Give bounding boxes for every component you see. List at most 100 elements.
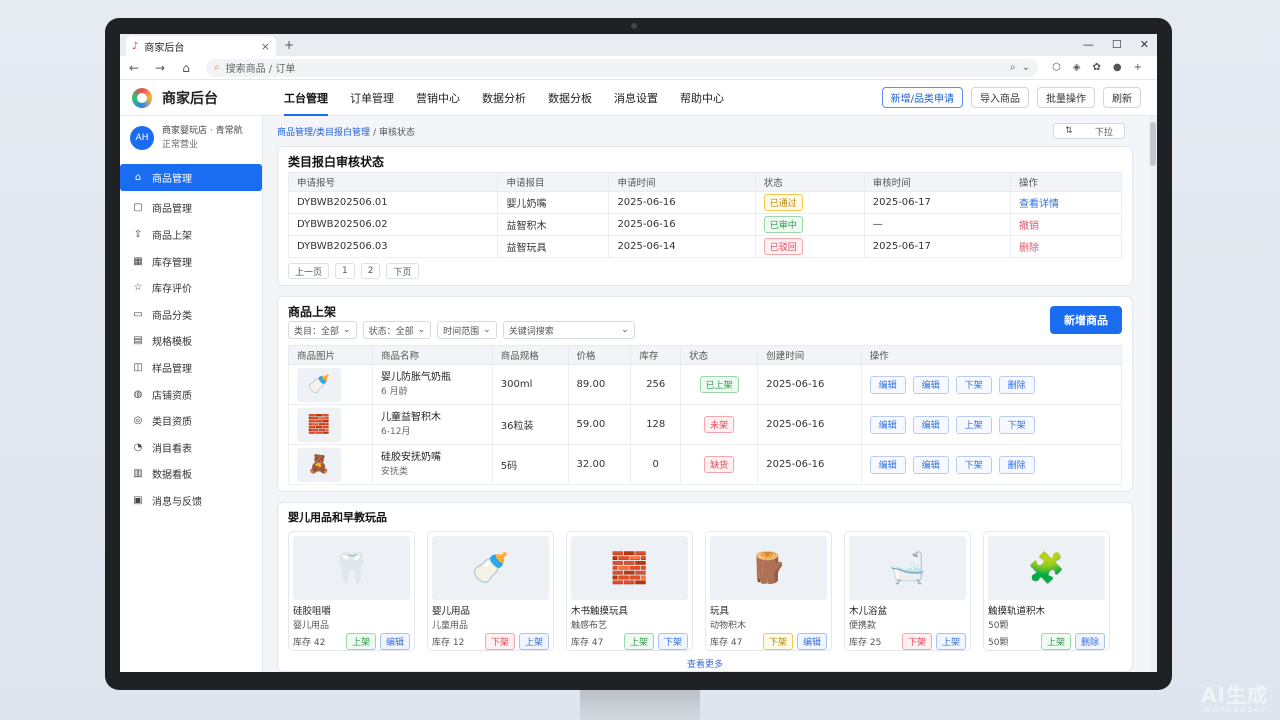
view-more-link[interactable]: 查看更多 <box>288 657 1122 670</box>
extension-icon[interactable]: ✿ <box>1092 62 1100 73</box>
row-action-button[interactable]: 编辑 <box>869 375 906 394</box>
sidebar-item-active[interactable]: ⌂ 商品管理 <box>120 164 262 191</box>
product-name[interactable]: 儿童益智积木 <box>381 411 484 425</box>
row-action-button[interactable]: 编辑 <box>869 415 906 434</box>
spec-cell: 300ml <box>491 364 569 405</box>
card-action-tag[interactable]: 删除 <box>1074 633 1105 650</box>
close-window-button[interactable]: ✕ <box>1140 38 1149 51</box>
row-action-button[interactable]: 编辑 <box>912 375 949 394</box>
search-icon[interactable]: ⌕ <box>1010 62 1016 73</box>
row-action-button[interactable]: 编辑 <box>912 415 949 434</box>
forward-icon[interactable]: → <box>154 61 166 75</box>
product-card[interactable]: 🧩 触摸轨道积木 50颗 50颗 上架 删除 <box>983 531 1110 651</box>
nav-item-messages[interactable]: 消息设置 <box>614 90 658 106</box>
sidebar-item-category[interactable]: ▭ 商品分类 <box>120 301 262 328</box>
back-icon[interactable]: ← <box>128 61 140 75</box>
card-action-tag[interactable]: 下架 <box>901 633 932 650</box>
card-action-tag[interactable]: 编辑 <box>379 633 410 650</box>
maximize-button[interactable]: ☐ <box>1112 38 1122 51</box>
product-card[interactable]: 🍼 婴儿用品 儿童用品 库存 12 下架 上架 <box>427 531 554 651</box>
refresh-button[interactable]: 刷新 <box>1103 87 1141 108</box>
operation-link[interactable]: 撤销 <box>1019 221 1039 232</box>
row-action-button[interactable]: 删除 <box>998 375 1035 394</box>
card-action-tag[interactable]: 上架 <box>1040 633 1071 650</box>
card-action-tag[interactable]: 上架 <box>623 633 654 650</box>
time-filter[interactable]: 时间范围 ⌄ <box>437 321 497 339</box>
address-input[interactable]: ⌕ 搜索商品 / 订单 ⌕ ⌄ <box>206 58 1038 77</box>
card-action-tag[interactable]: 下架 <box>657 633 688 650</box>
nav-item-dashboard[interactable]: 数据分板 <box>548 90 592 106</box>
tab-close-icon[interactable]: × <box>261 40 270 53</box>
product-card[interactable]: 🧱 木书触摸玩具 触感布艺 库存 47 上架 下架 <box>566 531 693 651</box>
scrollbar[interactable] <box>1149 116 1157 672</box>
sidebar-item-listing[interactable]: ⇪ 商品上架 <box>120 221 262 248</box>
card-action-tag[interactable]: 上架 <box>935 633 966 650</box>
keyword-search[interactable]: 关键词搜索 ⌄ <box>502 321 635 339</box>
product-card[interactable]: 🪵 玩具 动物积木 库存 47 下架 编辑 <box>705 531 832 651</box>
product-card[interactable]: 🦷 硅胶咀嚼 婴儿用品 库存 42 上架 编辑 <box>288 531 415 651</box>
dropdown-icon[interactable]: ⌄ <box>1022 62 1030 73</box>
row-action-button[interactable]: 删除 <box>998 455 1035 474</box>
sidebar-item-data[interactable]: ▥ 数据看板 <box>120 461 262 488</box>
sidebar-item-samples[interactable]: ◫ 样品管理 <box>120 354 262 381</box>
breadcrumb-link[interactable]: 商品管理/ <box>277 125 316 138</box>
card-footer: 库存 25 下架 上架 <box>849 633 966 650</box>
apply-category-button[interactable]: 新增/品类申请 <box>881 87 963 108</box>
nav-item-workbench[interactable]: 工台管理 <box>284 90 328 116</box>
import-button[interactable]: 导入商品 <box>971 87 1029 108</box>
page-2-button[interactable]: 2 <box>360 263 381 279</box>
category-filter[interactable]: 类目：全部 ⌄ <box>288 321 357 339</box>
row-action-button[interactable]: 编辑 <box>912 455 949 474</box>
product-thumbnail[interactable]: 🧸 <box>297 447 341 482</box>
operation-link[interactable]: 查看详情 <box>1019 199 1059 210</box>
product-thumbnail[interactable]: 🍼 <box>297 367 341 402</box>
dropdown-button[interactable]: ⇅ 下拉 <box>1053 123 1125 139</box>
row-action-button[interactable]: 编辑 <box>869 455 906 474</box>
browser-tab[interactable]: ♪ 商家后台 × <box>126 36 276 56</box>
nav-item-orders[interactable]: 订单管理 <box>350 90 394 106</box>
scrollbar-thumb[interactable] <box>1150 122 1156 166</box>
status-filter[interactable]: 状态：全部 ⌄ <box>362 321 432 339</box>
operation-link[interactable]: 删除 <box>1019 243 1039 254</box>
extension-puzzle-icon[interactable]: ⬡ <box>1052 62 1061 73</box>
next-page-button[interactable]: 下页 <box>386 263 419 279</box>
card-action-tag[interactable]: 上架 <box>345 633 376 650</box>
sidebar-item-report[interactable]: ◔ 消目看表 <box>120 434 262 461</box>
prev-page-button[interactable]: 上一页 <box>288 263 330 279</box>
card-action-tag[interactable]: 编辑 <box>796 633 827 650</box>
add-icon[interactable]: + <box>1134 62 1142 73</box>
card-action-tag[interactable]: 下架 <box>762 633 793 650</box>
nav-item-analytics[interactable]: 数据分析 <box>482 90 526 106</box>
breadcrumb-link[interactable]: 类目报白管理 <box>316 125 370 138</box>
store-name: 商家婴玩店 · 青常航 <box>162 126 243 136</box>
sidebar-item-spec[interactable]: ▤ 规格模板 <box>120 328 262 355</box>
sidebar-item-inventory[interactable]: ▦ 库存管理 <box>120 248 262 275</box>
product-card[interactable]: 🛁 木儿浴盆 便携款 库存 25 下架 上架 <box>844 531 971 651</box>
page-1-button[interactable]: 1 <box>335 263 355 279</box>
card-action-tag[interactable]: 下架 <box>484 633 515 650</box>
product-name[interactable]: 婴儿防胀气奶瓶 <box>381 371 484 385</box>
shield-icon[interactable]: ◈ <box>1073 62 1081 73</box>
add-product-button[interactable]: 新增商品 <box>1050 306 1122 334</box>
row-action-button[interactable]: 下架 <box>955 375 992 394</box>
product-name[interactable]: 硅胶安抚奶嘴 <box>381 451 484 465</box>
audit-time: 2025-06-17 <box>863 191 1011 214</box>
nav-item-marketing[interactable]: 营销中心 <box>416 90 460 106</box>
profile-icon[interactable]: ● <box>1113 62 1122 73</box>
status-cell: 缺货 <box>680 444 759 485</box>
batch-button[interactable]: 批量操作 <box>1037 87 1095 108</box>
sidebar-item-category-qual[interactable]: ◎ 类目资质 <box>120 407 262 434</box>
home-icon[interactable]: ⌂ <box>180 61 192 75</box>
card-action-tag[interactable]: 上架 <box>518 633 549 650</box>
minimize-button[interactable]: — <box>1083 38 1094 51</box>
row-action-button[interactable]: 上架 <box>955 415 992 434</box>
new-tab-button[interactable]: + <box>284 38 294 56</box>
row-action-button[interactable]: 下架 <box>998 415 1035 434</box>
product-thumbnail[interactable]: 🧱 <box>297 407 341 442</box>
sidebar-item-products[interactable]: ▢ 商品管理 <box>120 195 262 222</box>
row-action-button[interactable]: 下架 <box>955 455 992 474</box>
sidebar-item-reviews[interactable]: ☆ 库存评价 <box>120 274 262 301</box>
sidebar-item-qualification[interactable]: ◍ 店铺资质 <box>120 381 262 408</box>
sidebar-item-feedback[interactable]: ▣ 消息与反馈 <box>120 487 262 514</box>
nav-item-help[interactable]: 帮助中心 <box>680 90 724 106</box>
